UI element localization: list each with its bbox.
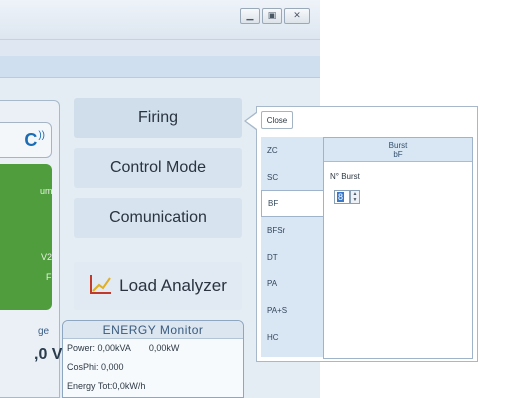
energy-monitor: ENERGY Monitor Power: 0,00kVA 0,00kW CosP… bbox=[62, 320, 244, 398]
power-line: Power: 0,00kVA 0,00kW bbox=[63, 339, 243, 358]
signal-icon: )) bbox=[38, 129, 45, 141]
firing-popup: Close ZC SC BF BFSr DT PA PA+S HC Burst … bbox=[256, 106, 478, 362]
mode-dt[interactable]: DT bbox=[261, 244, 323, 271]
voltage-value: ,0 V bbox=[34, 346, 63, 363]
window-controls: ▁ ▣ ✕ bbox=[240, 8, 310, 24]
power-kw-value: 0,00kW bbox=[148, 343, 180, 353]
ribbon-band bbox=[0, 56, 320, 78]
close-window-button[interactable]: ✕ bbox=[284, 8, 310, 24]
nburst-value: 8 bbox=[337, 192, 345, 202]
firing-button[interactable]: Firing bbox=[74, 98, 242, 138]
logo-card: C )) bbox=[0, 122, 52, 158]
chart-icon bbox=[89, 273, 113, 300]
device-text-2: V2 bbox=[41, 252, 53, 262]
control-mode-button[interactable]: Control Mode bbox=[74, 148, 242, 188]
cosphi-value: CosPhi: 0,000 bbox=[67, 362, 124, 372]
title-bar: ▁ ▣ ✕ bbox=[0, 0, 320, 40]
device-text-1: um bbox=[40, 186, 53, 196]
power-kva-value: Power: 0,00kVA bbox=[67, 343, 131, 353]
device-text-3: F bbox=[46, 272, 52, 282]
firing-mode-list: ZC SC BF BFSr DT PA PA+S HC bbox=[261, 137, 323, 357]
energy-total-value: Energy Tot:0,0kW/h bbox=[67, 381, 146, 391]
comunication-button[interactable]: Comunication bbox=[74, 198, 242, 238]
burst-subtitle: bF bbox=[393, 150, 403, 159]
mode-zc[interactable]: ZC bbox=[261, 137, 323, 164]
load-analyzer-button[interactable]: Load Analyzer bbox=[74, 262, 242, 310]
energy-monitor-title: ENERGY Monitor bbox=[63, 321, 243, 339]
mode-sc[interactable]: SC bbox=[261, 164, 323, 191]
burst-title: Burst bbox=[388, 141, 408, 150]
load-analyzer-label: Load Analyzer bbox=[119, 276, 227, 295]
mode-pa-s[interactable]: PA+S bbox=[261, 297, 323, 324]
nburst-label: N° Burst bbox=[330, 172, 360, 181]
mode-pa[interactable]: PA bbox=[261, 270, 323, 297]
device-status-panel[interactable]: um V2 F bbox=[0, 164, 53, 310]
logo-icon: C bbox=[24, 129, 38, 150]
nburst-spinner[interactable]: ▲ ▼ bbox=[350, 190, 360, 204]
popup-pointer-inner bbox=[246, 113, 257, 129]
mode-bf[interactable]: BF bbox=[261, 190, 323, 218]
maximize-button[interactable]: ▣ bbox=[262, 8, 282, 24]
spin-down-icon[interactable]: ▼ bbox=[351, 197, 359, 203]
mode-hc[interactable]: HC bbox=[261, 324, 323, 351]
minimize-button[interactable]: ▁ bbox=[240, 8, 260, 24]
popup-close-button[interactable]: Close bbox=[261, 111, 293, 129]
voltage-label: ge bbox=[38, 326, 50, 337]
burst-config-panel: Burst bF N° Burst 8 ▲ ▼ bbox=[323, 137, 473, 359]
nburst-input[interactable]: 8 bbox=[334, 190, 350, 204]
mode-bfsr[interactable]: BFSr bbox=[261, 217, 323, 244]
burst-header: Burst bF bbox=[324, 138, 472, 162]
